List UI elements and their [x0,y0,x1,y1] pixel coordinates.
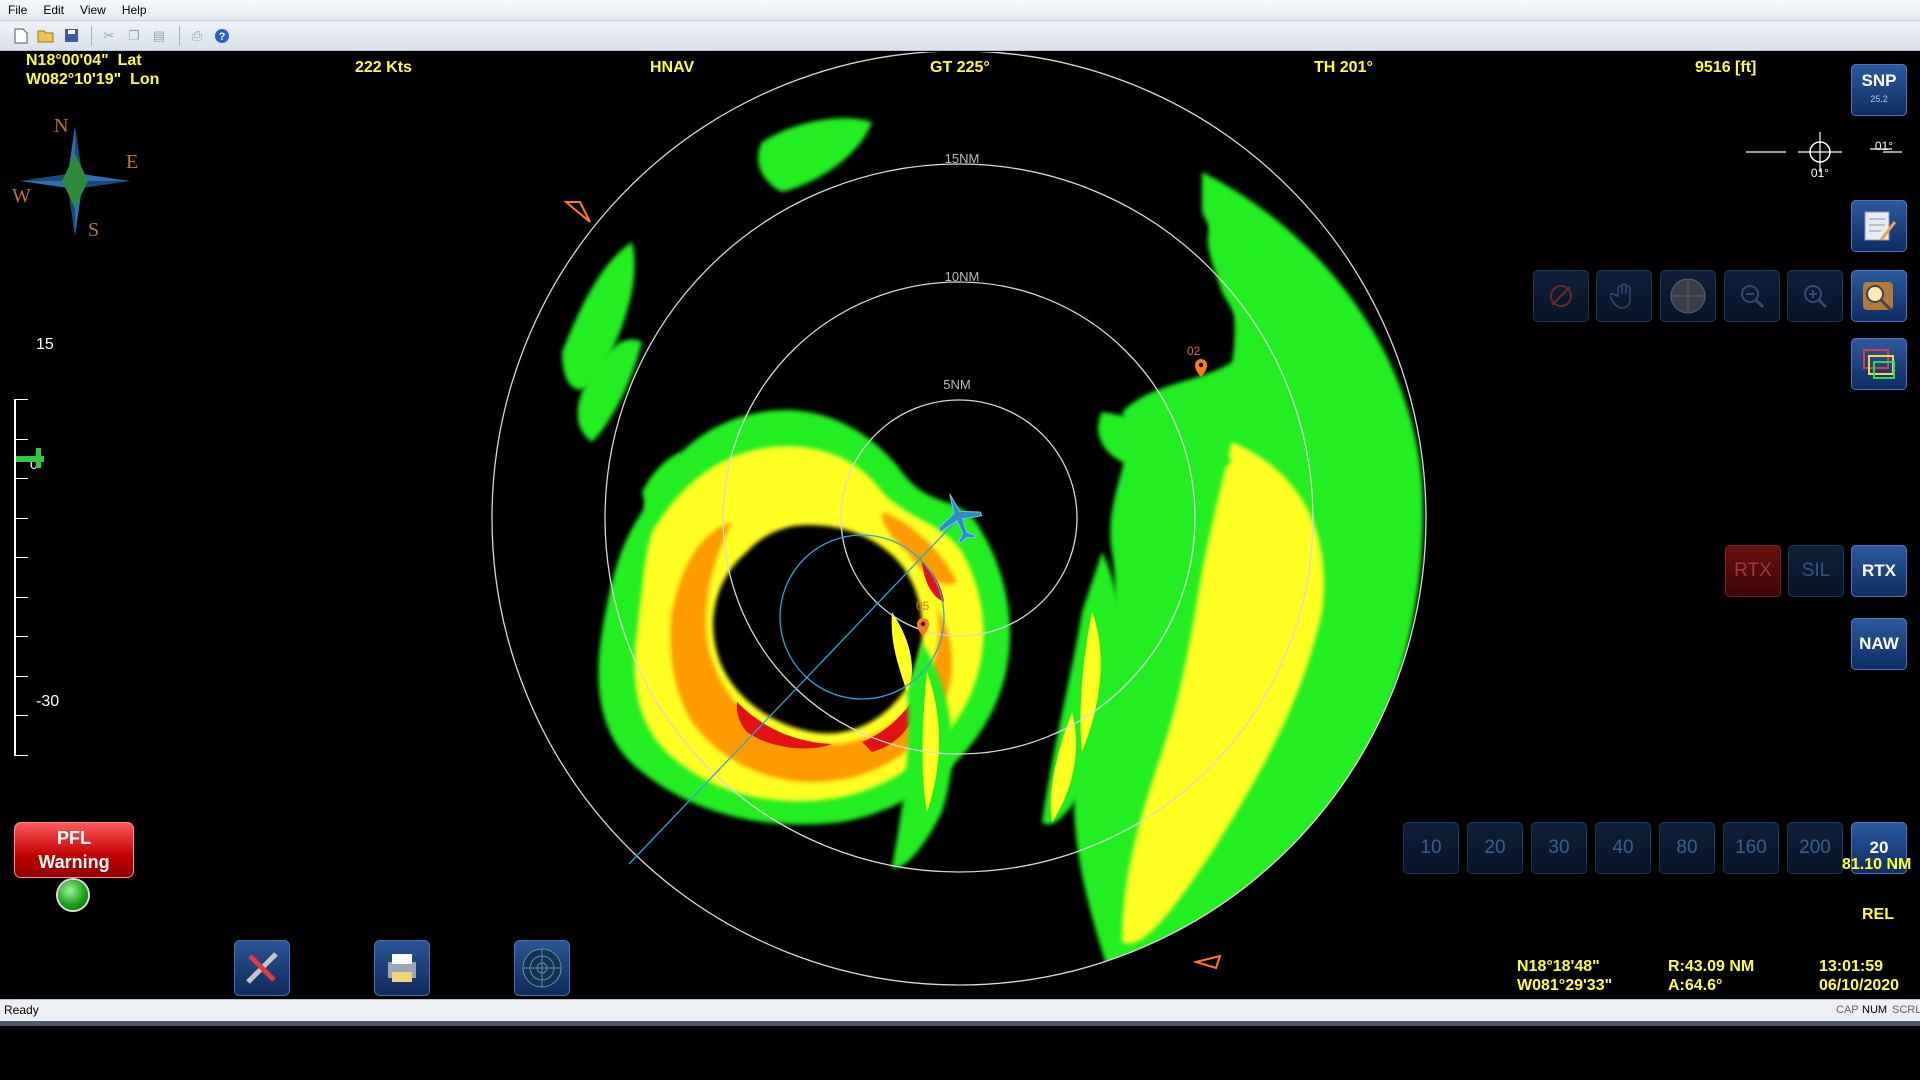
pan-button[interactable] [1596,270,1652,322]
rtx-dim-button[interactable]: RTX [1725,545,1781,597]
toolbar-separator [91,25,92,46]
cursor-lon: W081°29'33" [1517,977,1613,994]
zoom-out-icon [1741,285,1765,309]
waypoint-02-label: 02 [1187,344,1201,358]
pan-zoom-toggle-button[interactable] [1851,270,1907,322]
copy-icon[interactable]: ❐ [123,25,145,47]
caps-lock-indicator: CAP [1836,1004,1859,1016]
waypoint-05-label: 05 [916,599,930,613]
radar-screen: N18°00'04" Lat W082°10'19" Lon 222 Kts H… [2,52,1918,998]
cursor-range: R:43.09 NM [1668,958,1755,975]
taskbar [0,1021,1920,1026]
range-40-button[interactable]: 40 [1595,822,1651,874]
print-icon[interactable]: ⎙ [186,25,208,47]
svg-text:?: ? [219,31,226,43]
cursor-lat: N18°18'48" [1517,958,1600,975]
menu-file[interactable]: File [0,3,35,17]
track-marker-icon [1192,954,1222,970]
rel-mode[interactable]: REL [1862,906,1894,924]
overlay-button[interactable] [1851,338,1907,390]
rtx-button[interactable]: RTX [1851,545,1907,597]
snp-label: SNP [1861,71,1897,90]
range-200-button[interactable]: 200 [1787,822,1843,874]
zoom-in-icon [1804,285,1828,309]
menu-help[interactable]: Help [114,3,155,17]
sil-button[interactable]: SIL [1788,545,1844,597]
naw-button[interactable]: NAW [1851,618,1907,670]
new-icon[interactable] [10,25,32,47]
range-10-button[interactable]: 10 [1403,822,1459,874]
scope-button[interactable] [1660,270,1716,322]
roll-indicator: 01° 01° [1746,132,1902,180]
status-bar: Ready CAP NUM SCRL [0,999,1920,1022]
cursor-azimuth: A:64.6° [1668,977,1723,994]
save-icon[interactable] [60,25,82,47]
ring-label-10nm: 10NM [945,269,980,284]
radar-dish-icon [1670,278,1706,314]
document-pencil-icon [1864,211,1897,241]
waypoint-02[interactable]: 02 [1187,344,1207,377]
toolbar-separator [179,25,180,46]
clear-button[interactable] [1533,270,1589,322]
open-icon[interactable] [35,25,57,47]
num-lock-indicator: NUM [1862,1004,1888,1016]
help-icon[interactable]: ? [211,25,233,47]
menu-view[interactable]: View [72,3,114,17]
toolbar: ✂ ❐ ▤ ⎙ ? [0,21,1920,51]
clock-time: 13:01:59 [1819,958,1884,975]
snp-button[interactable]: SNP 25.2 [1851,64,1907,116]
roll-left-label: 01° [1811,166,1829,180]
track-marker-icon [563,201,591,223]
menu-edit[interactable]: Edit [35,3,72,17]
range-80-button[interactable]: 80 [1659,822,1715,874]
range-nm-readout: 81.10 NM [1842,856,1912,873]
zoom-in-button[interactable] [1787,270,1843,322]
roll-right-label: 01° [1875,139,1893,153]
app-window: File Edit View Help ✂ ❐ ▤ ⎙ ? N18°00'04"… [0,0,1920,1026]
hand-icon [1610,283,1631,309]
clock-date: 06/10/2020 [1819,977,1900,994]
zoom-out-button[interactable] [1724,270,1780,322]
layers-icon [1863,349,1895,379]
hand-magnifier-icon [1863,282,1893,312]
range-20-button[interactable]: 20 [1467,822,1523,874]
scroll-lock-indicator: SCRL [1892,1004,1920,1016]
notes-button[interactable] [1851,200,1907,252]
map-pin-icon [1195,359,1207,377]
no-target-icon [1550,285,1572,307]
snp-sublabel: 25.2 [1870,94,1888,104]
ring-label-5nm: 5NM [943,377,970,392]
status-text: Ready [4,1003,39,1017]
paste-icon[interactable]: ▤ [148,25,170,47]
weather-returns [562,118,1423,985]
range-30-button[interactable]: 30 [1531,822,1587,874]
menu-bar: File Edit View Help [0,0,1920,21]
cut-icon[interactable]: ✂ [98,25,120,47]
ring-label-15nm: 15NM [945,151,980,166]
range-160-button[interactable]: 160 [1723,822,1779,874]
